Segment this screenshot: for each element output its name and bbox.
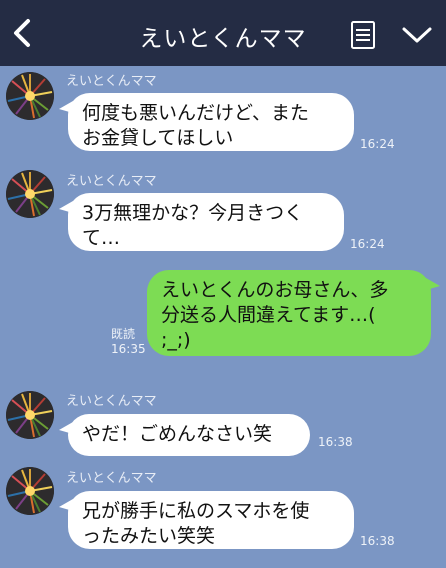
message-bubble-outgoing[interactable]: えいとくんのお母さん、多 分送る人間違えてます…( ;_;) (147, 270, 440, 356)
sender-avatar[interactable] (6, 72, 54, 120)
menu-button[interactable] (348, 20, 378, 50)
sender-avatar[interactable] (6, 170, 54, 218)
sender-avatar[interactable] (6, 467, 54, 515)
chat-screen: えいとくんママ えいとくんママ 何度も悪いんだけど、また お金貸してほしい 16… (0, 0, 446, 568)
sender-name: えいとくんママ (66, 394, 157, 409)
chevron-down-button[interactable] (400, 24, 434, 46)
chat-message-list: えいとくんママ 何度も悪いんだけど、また お金貸してほしい 16:24 えいとく… (0, 66, 446, 568)
message-bubble[interactable]: 兄が勝手に私のスマホを使 ったみたい笑笑 (59, 491, 354, 549)
message-time: 16:35 (111, 342, 146, 356)
message-time: 16:24 (350, 237, 385, 251)
sender-avatar[interactable] (6, 391, 54, 439)
chat-header: えいとくんママ (0, 0, 446, 66)
message-bubble[interactable]: 3万無理かな？今月きつく て… (59, 193, 344, 251)
notes-list-icon (351, 21, 375, 49)
message-time: 16:38 (360, 534, 395, 548)
sender-name: えいとくんママ (66, 74, 157, 89)
chat-title: えいとくんママ (139, 26, 307, 52)
message-bubble[interactable]: やだ！ごめんなさい笑 (59, 414, 310, 456)
chevron-down-icon (402, 27, 432, 43)
sender-name: えいとくんママ (66, 471, 157, 486)
message-bubble[interactable]: 何度も悪いんだけど、また お金貸してほしい (59, 93, 354, 151)
message-time: 16:24 (360, 137, 395, 151)
sender-name: えいとくんママ (66, 174, 157, 189)
message-time: 16:38 (318, 435, 353, 449)
read-receipt: 既読 (111, 327, 136, 341)
